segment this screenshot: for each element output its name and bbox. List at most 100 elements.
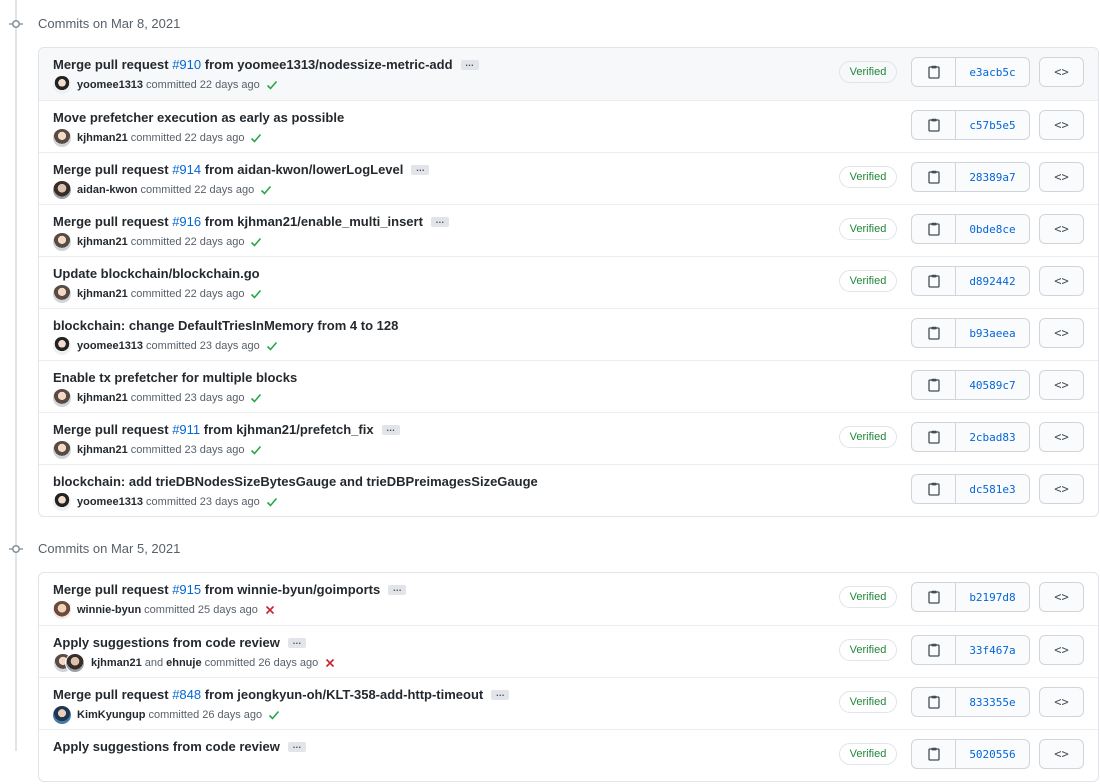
- verified-badge[interactable]: Verified: [839, 166, 897, 188]
- pull-request-link[interactable]: #848: [172, 687, 201, 702]
- browse-repo-button[interactable]: <>: [1039, 739, 1084, 769]
- browse-repo-button[interactable]: <>: [1039, 474, 1084, 504]
- author-link[interactable]: winnie-byun: [77, 604, 141, 616]
- commit-title[interactable]: Apply suggestions from code review: [53, 635, 280, 650]
- commit-title-suffix[interactable]: from yoomee1313/nodessize-metric-add: [201, 57, 453, 72]
- check-icon[interactable]: [266, 79, 278, 91]
- author-link[interactable]: kjhman21: [77, 392, 128, 404]
- commit-title[interactable]: Merge pull request: [53, 422, 172, 437]
- check-icon[interactable]: [250, 236, 262, 248]
- copy-sha-button[interactable]: [911, 739, 956, 769]
- commit-message[interactable]: blockchain: change DefaultTriesInMemory …: [53, 318, 398, 333]
- browse-repo-button[interactable]: <>: [1039, 266, 1084, 296]
- browse-repo-button[interactable]: <>: [1039, 635, 1084, 665]
- browse-repo-button[interactable]: <>: [1039, 582, 1084, 612]
- avatar[interactable]: [53, 389, 71, 407]
- commit-sha-link[interactable]: b93aeea: [956, 318, 1030, 348]
- commit-title-suffix[interactable]: from kjhman21/prefetch_fix: [200, 422, 374, 437]
- commit-sha-link[interactable]: 33f467a: [956, 635, 1030, 665]
- commit-message[interactable]: Enable tx prefetcher for multiple blocks: [53, 370, 297, 385]
- copy-sha-button[interactable]: [911, 162, 956, 192]
- commit-title-suffix[interactable]: from winnie-byun/goimports: [201, 582, 381, 597]
- commit-sha-link[interactable]: 5020556: [956, 739, 1030, 769]
- avatar[interactable]: [53, 493, 71, 511]
- commit-sha-link[interactable]: 28389a7: [956, 162, 1030, 192]
- commit-message[interactable]: Merge pull request #915 from winnie-byun…: [53, 582, 407, 597]
- copy-sha-button[interactable]: [911, 422, 956, 452]
- commit-title-suffix[interactable]: from kjhman21/enable_multi_insert: [201, 214, 423, 229]
- commit-sha-link[interactable]: 0bde8ce: [956, 214, 1030, 244]
- expand-message-button[interactable]: …: [381, 423, 400, 435]
- copy-sha-button[interactable]: [911, 474, 956, 504]
- avatar[interactable]: [53, 285, 71, 303]
- browse-repo-button[interactable]: <>: [1039, 422, 1084, 452]
- copy-sha-button[interactable]: [911, 687, 956, 717]
- check-icon[interactable]: [260, 184, 272, 196]
- browse-repo-button[interactable]: <>: [1039, 57, 1084, 87]
- commit-sha-link[interactable]: c57b5e5: [956, 110, 1030, 140]
- avatar[interactable]: [53, 337, 71, 355]
- x-icon[interactable]: [264, 604, 276, 616]
- commit-title-suffix[interactable]: from jeongkyun-oh/KLT-358-add-http-timeo…: [201, 687, 484, 702]
- commit-message[interactable]: Move prefetcher execution as early as po…: [53, 110, 344, 125]
- verified-badge[interactable]: Verified: [839, 270, 897, 292]
- commit-message[interactable]: Apply suggestions from code review…: [53, 739, 306, 754]
- check-icon[interactable]: [250, 132, 262, 144]
- commit-title[interactable]: blockchain: add trieDBNodesSizeBytesGaug…: [53, 474, 538, 489]
- avatar[interactable]: [53, 181, 71, 199]
- copy-sha-button[interactable]: [911, 318, 956, 348]
- copy-sha-button[interactable]: [911, 370, 956, 400]
- avatar[interactable]: [53, 233, 71, 251]
- author-link[interactable]: kjhman21: [77, 132, 128, 144]
- verified-badge[interactable]: Verified: [839, 743, 897, 765]
- verified-badge[interactable]: Verified: [839, 61, 897, 83]
- author-link[interactable]: ehnuje: [166, 657, 201, 669]
- avatar[interactable]: [53, 441, 71, 459]
- commit-title[interactable]: Merge pull request: [53, 57, 172, 72]
- commit-message[interactable]: Merge pull request #848 from jeongkyun-o…: [53, 687, 510, 702]
- expand-message-button[interactable]: …: [287, 740, 306, 752]
- commit-sha-link[interactable]: b2197d8: [956, 582, 1030, 612]
- pull-request-link[interactable]: #916: [172, 214, 201, 229]
- commit-title-suffix[interactable]: from aidan-kwon/lowerLogLevel: [201, 162, 404, 177]
- expand-message-button[interactable]: …: [287, 636, 306, 648]
- commit-message[interactable]: Merge pull request #916 from kjhman21/en…: [53, 214, 449, 229]
- avatar[interactable]: [53, 706, 71, 724]
- check-icon[interactable]: [250, 392, 262, 404]
- copy-sha-button[interactable]: [911, 266, 956, 296]
- copy-sha-button[interactable]: [911, 635, 956, 665]
- commit-title[interactable]: Merge pull request: [53, 582, 172, 597]
- commit-message[interactable]: Update blockchain/blockchain.go: [53, 266, 260, 281]
- expand-message-button[interactable]: …: [491, 688, 510, 700]
- check-icon[interactable]: [266, 496, 278, 508]
- pull-request-link[interactable]: #914: [172, 162, 201, 177]
- commit-sha-link[interactable]: d892442: [956, 266, 1030, 296]
- check-icon[interactable]: [250, 444, 262, 456]
- verified-badge[interactable]: Verified: [839, 586, 897, 608]
- commit-title[interactable]: Merge pull request: [53, 214, 172, 229]
- verified-badge[interactable]: Verified: [839, 426, 897, 448]
- avatar[interactable]: [53, 76, 71, 94]
- x-icon[interactable]: [324, 657, 336, 669]
- browse-repo-button[interactable]: <>: [1039, 214, 1084, 244]
- author-link[interactable]: kjhman21: [77, 444, 128, 456]
- author-link[interactable]: kjhman21: [77, 288, 128, 300]
- commit-sha-link[interactable]: 2cbad83: [956, 422, 1030, 452]
- verified-badge[interactable]: Verified: [839, 691, 897, 713]
- copy-sha-button[interactable]: [911, 582, 956, 612]
- commit-title[interactable]: Update blockchain/blockchain.go: [53, 266, 260, 281]
- commit-sha-link[interactable]: 40589c7: [956, 370, 1030, 400]
- commit-title[interactable]: blockchain: change DefaultTriesInMemory …: [53, 318, 398, 333]
- commit-sha-link[interactable]: dc581e3: [956, 474, 1030, 504]
- commit-sha-link[interactable]: e3acb5c: [956, 57, 1030, 87]
- commit-sha-link[interactable]: 833355e: [956, 687, 1030, 717]
- author-link[interactable]: yoomee1313: [77, 79, 143, 91]
- copy-sha-button[interactable]: [911, 110, 956, 140]
- browse-repo-button[interactable]: <>: [1039, 110, 1084, 140]
- commit-message[interactable]: Merge pull request #914 from aidan-kwon/…: [53, 162, 430, 177]
- avatar[interactable]: [53, 129, 71, 147]
- commit-message[interactable]: Merge pull request #911 from kjhman21/pr…: [53, 422, 400, 437]
- pull-request-link[interactable]: #910: [172, 57, 201, 72]
- author-link[interactable]: KimKyungup: [77, 709, 145, 721]
- browse-repo-button[interactable]: <>: [1039, 162, 1084, 192]
